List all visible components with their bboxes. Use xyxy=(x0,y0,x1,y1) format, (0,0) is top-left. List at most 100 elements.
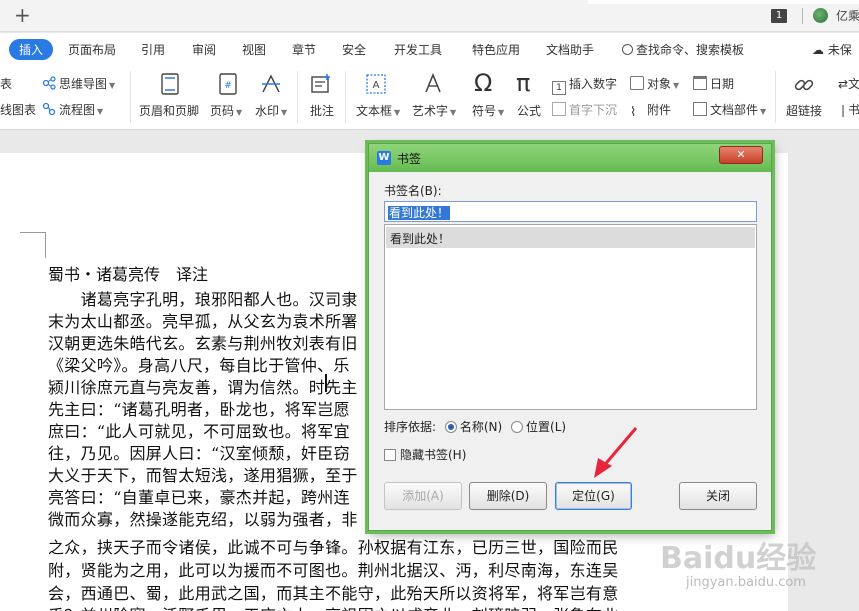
chart-cut-button[interactable]: 表 xyxy=(0,75,12,92)
object-icon xyxy=(630,76,644,90)
sort-by-position-label[interactable]: 位置(L) xyxy=(526,420,566,434)
number-icon: 1 xyxy=(552,81,566,95)
watermark-label: 水印 xyxy=(255,104,280,118)
doc-parts-label: 文档部件 xyxy=(710,103,759,117)
text-line: 大义于天下，而智太短浅，遂用猖獗，至于 xyxy=(48,466,358,485)
tab-view[interactable]: 视图 xyxy=(242,41,266,58)
symbol-button[interactable]: 符号 ▼ xyxy=(472,102,504,119)
tab-features[interactable]: 特色应用 xyxy=(472,41,520,58)
goto-button[interactable]: 定位(G) xyxy=(555,482,632,510)
crossref-cut-button[interactable]: ⇄文 xyxy=(838,75,859,92)
menu-bar: 插入 页面布局 引用 审阅 视图 章节 安全 开发工具 特色应用 文档助手 查找… xyxy=(0,33,859,65)
crossref-icon: ⇄ xyxy=(838,77,849,91)
title-bar: + 1 亿乘 xyxy=(0,0,859,32)
ribbon-divider xyxy=(297,71,298,123)
hyperlink-button[interactable]: 超链接 xyxy=(786,102,822,119)
flowchart-button[interactable]: 流程图 ▼ xyxy=(42,101,103,118)
sort-by-name-radio[interactable] xyxy=(444,421,457,433)
command-search[interactable]: 查找命令、搜索模板 xyxy=(622,41,744,58)
object-button[interactable]: 对象 ▼ xyxy=(630,75,679,92)
text-line: 《梁父吟》。身高八尺，每自比于管仲、乐 xyxy=(48,356,350,375)
text-line: 微而众寡，然操遂能克绍，以弱为强者，非 xyxy=(48,510,358,529)
dropcap-button[interactable]: 首字下沉 xyxy=(552,101,617,118)
chevron-down-icon: ▼ xyxy=(109,81,116,90)
attachment-button[interactable]: ⌇ 附件 xyxy=(630,101,671,121)
header-footer-button[interactable]: 页眉和页脚 xyxy=(139,102,199,119)
header-footer-icon xyxy=(161,73,179,95)
user-name[interactable]: 亿乘 xyxy=(836,7,859,24)
textbox-label: 文本框 xyxy=(356,104,393,118)
list-item[interactable]: 看到此处！ xyxy=(386,227,755,248)
tab-insert[interactable]: 插入 xyxy=(9,39,54,60)
delete-button[interactable]: 删除(D) xyxy=(469,482,547,510)
textbox-button[interactable]: 文本框 ▼ xyxy=(356,102,400,119)
flowchart-label: 流程图 xyxy=(59,103,96,117)
tab-sections[interactable]: 章节 xyxy=(292,41,316,58)
document-heading: 蜀书・诸葛亮传 译注 xyxy=(48,265,209,284)
tab-doc-assistant[interactable]: 文档助手 xyxy=(546,41,594,58)
chevron-down-icon: ▼ xyxy=(498,108,505,117)
chevron-down-icon: ▼ xyxy=(760,107,767,116)
divider xyxy=(802,8,803,24)
online-chart-cut-button[interactable]: 线图表 xyxy=(0,101,36,118)
unsaved-label: 未保 xyxy=(827,43,852,57)
text-line: 附，贤能为之用，此可以为援而不可图也。荆州北据汉、沔，利尽南海，东连吴 xyxy=(48,561,619,580)
unsaved-status[interactable]: ☁ 未保 xyxy=(812,41,852,58)
omega-icon: Ω xyxy=(474,69,493,97)
close-button[interactable]: 关闭 xyxy=(679,482,757,510)
text-line: 诸葛亮字孔明，琅邪阳都人也。汉司隶 xyxy=(48,290,358,309)
insert-number-button[interactable]: 1 插入数字 xyxy=(552,75,617,95)
text-cursor xyxy=(325,374,327,392)
window-count-badge[interactable]: 1 xyxy=(771,9,787,23)
tab-developer[interactable]: 开发工具 xyxy=(394,41,442,58)
text-line: 之众，挟天子而令诸侯，此诚不可与争锋。孙权据有江东，已历三世，国险而民 xyxy=(48,538,619,557)
ribbon-divider xyxy=(130,71,131,123)
tab-review[interactable]: 审阅 xyxy=(192,41,216,58)
svg-text:#: # xyxy=(224,81,232,91)
wps-writer-icon: W xyxy=(377,151,391,165)
hide-bookmarks-label[interactable]: 隐藏书签(H) xyxy=(400,448,466,462)
avatar[interactable] xyxy=(813,8,828,23)
hide-bookmarks-option[interactable]: 隐藏书签(H) xyxy=(384,446,466,463)
sort-options: 排序依据: 名称(N) 位置(L) xyxy=(384,418,566,435)
calendar-icon xyxy=(693,76,707,90)
text-line: 汉朝更选朱皓代玄。玄素与荆州牧刘表有旧 xyxy=(48,334,358,353)
search-icon xyxy=(622,44,633,55)
watermark-button[interactable]: 水印 ▼ xyxy=(255,102,287,119)
ribbon-divider xyxy=(345,71,346,123)
sort-by-position-radio[interactable] xyxy=(511,421,524,433)
object-label: 对象 xyxy=(647,77,672,91)
wordart-button[interactable]: 艺术字 ▼ xyxy=(412,102,456,119)
tab-references[interactable]: 引用 xyxy=(141,41,165,58)
add-button[interactable]: 添加(A) xyxy=(384,482,462,510)
watermark-icon xyxy=(262,74,280,93)
page-number-icon: # xyxy=(219,73,237,95)
close-icon[interactable]: ✕ xyxy=(719,146,763,164)
sort-by-name-label[interactable]: 名称(N) xyxy=(460,420,502,434)
tab-security[interactable]: 安全 xyxy=(342,41,366,58)
formula-button[interactable]: 公式 xyxy=(517,102,541,119)
page-number-button[interactable]: 页码 ▼ xyxy=(210,102,242,119)
text-line: 乎？益州险塞，沃野千里，天府之土，高祖因之以成帝业。刘璋暗弱，张鲁在北 xyxy=(48,602,619,611)
text-line: 颍川徐庶元直与亮友善，谓为信然。时先主 xyxy=(48,378,358,397)
hide-bookmarks-checkbox[interactable] xyxy=(384,449,396,461)
margin-mark xyxy=(45,232,46,258)
chevron-down-icon: ▼ xyxy=(673,81,680,90)
mindmap-button[interactable]: 思维导图 ▼ xyxy=(42,75,115,92)
flowchart-icon xyxy=(42,102,56,116)
wordart-label: 艺术字 xyxy=(412,104,449,118)
dialog-title-bar[interactable]: W 书签 ✕ xyxy=(369,144,771,172)
tab-page-layout[interactable]: 页面布局 xyxy=(68,41,116,58)
bookmark-name-input[interactable]: 看到此处！ xyxy=(384,201,757,222)
dropcap-icon xyxy=(552,102,566,116)
text-line: 亮答曰：“自董卓已来，豪杰并起，跨州连 xyxy=(48,488,350,507)
date-button[interactable]: 日期 xyxy=(693,75,734,92)
new-tab-button[interactable]: + xyxy=(14,3,31,27)
comment-button[interactable]: 批注 xyxy=(310,102,334,119)
bookmark-list[interactable]: 看到此处！ xyxy=(384,224,757,410)
command-search-label: 查找命令、搜索模板 xyxy=(636,43,745,57)
bookmark-cut-button[interactable]: ❘书 xyxy=(838,101,859,118)
doc-parts-button[interactable]: 文档部件 ▼ xyxy=(693,101,766,118)
bookmark-dialog: W 书签 ✕ 书签名(B): 看到此处！ 看到此处！ 排序依据: 名称(N) 位… xyxy=(368,143,772,531)
text-line: 庶曰：“此人可就见，不可屈致也。将军宜 xyxy=(48,422,350,441)
